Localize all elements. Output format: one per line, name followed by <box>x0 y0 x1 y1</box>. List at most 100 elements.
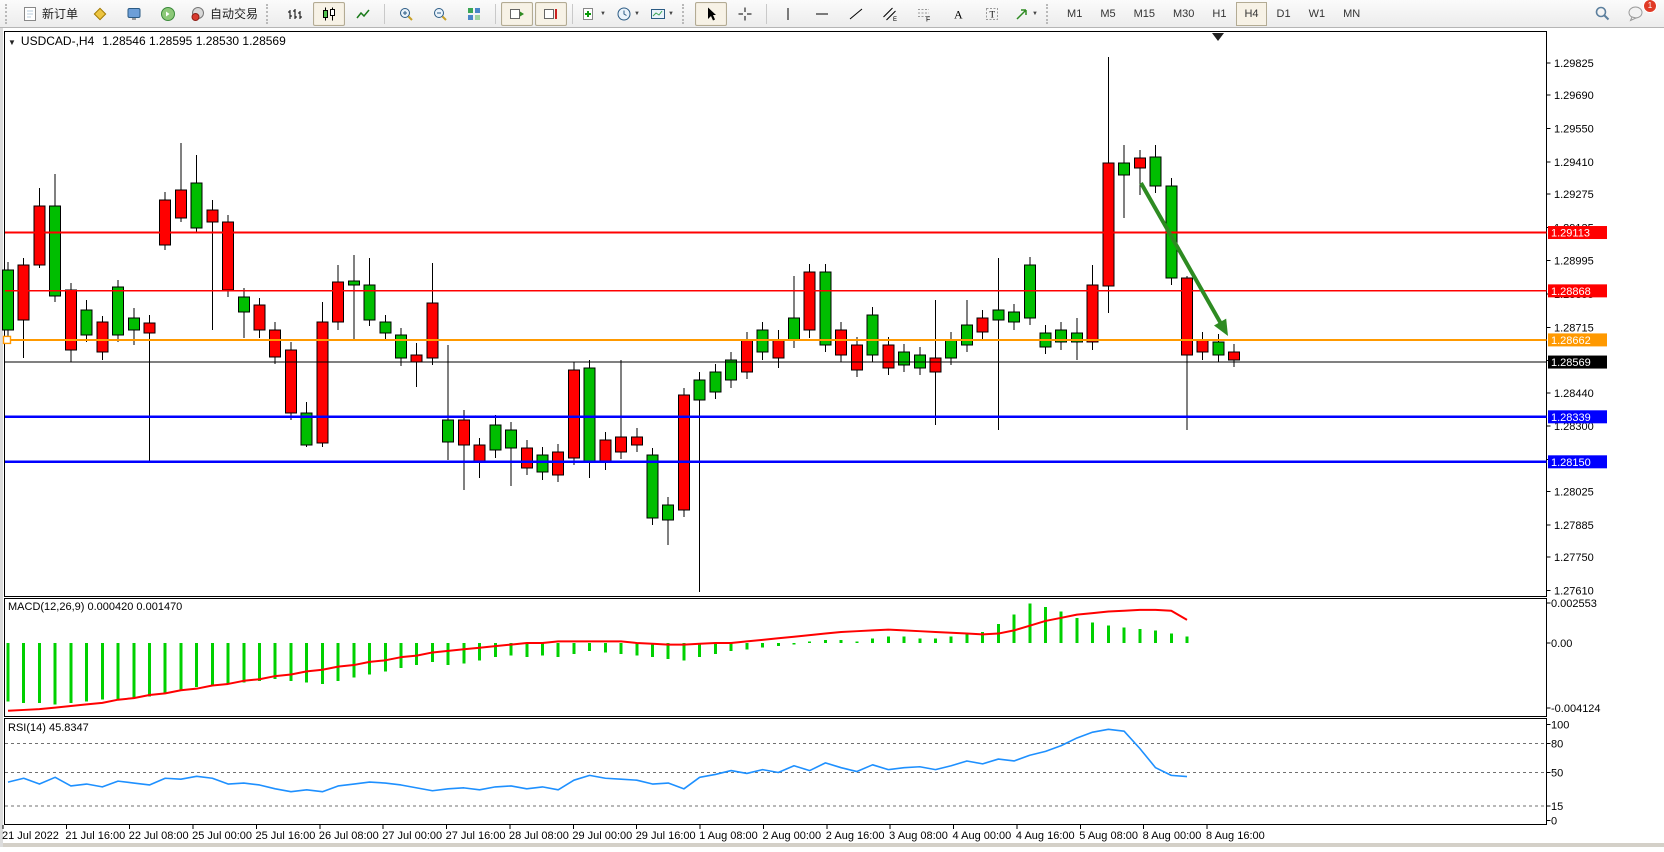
svg-text:1.28662: 1.28662 <box>1551 335 1591 347</box>
toolbar-separator <box>384 4 385 24</box>
svg-text:1.28025: 1.28025 <box>1554 487 1594 499</box>
indicators-button[interactable]: ▼ <box>578 2 610 26</box>
toolbar-drag-handle[interactable] <box>266 4 273 24</box>
svg-text:28 Jul 08:00: 28 Jul 08:00 <box>509 830 569 842</box>
notifications-button[interactable]: 1 <box>1620 2 1652 26</box>
toolbar-drag-handle[interactable] <box>1046 4 1053 24</box>
tab-timeframe-MN[interactable]: MN <box>1335 2 1368 26</box>
macd-values: 0.000420 0.001470 <box>87 601 182 613</box>
text-label-button[interactable]: T <box>976 2 1008 26</box>
svg-text:21 Jul 16:00: 21 Jul 16:00 <box>65 830 125 842</box>
new-order-icon <box>22 6 38 22</box>
line-selection-handle[interactable] <box>4 336 11 343</box>
toolbar-separator <box>572 4 573 24</box>
cursor-icon <box>703 6 719 22</box>
chart-canvas[interactable]: 1.298251.296901.295501.294101.292751.291… <box>0 0 1664 847</box>
toolbar-drag-handle[interactable] <box>5 4 12 24</box>
svg-text:4 Aug 00:00: 4 Aug 00:00 <box>953 830 1012 842</box>
fibonacci-button[interactable]: F <box>908 2 940 26</box>
toolbar-separator <box>766 4 767 24</box>
text-button[interactable]: A <box>942 2 974 26</box>
trendline-icon <box>848 6 864 22</box>
zoom-in-icon <box>398 6 414 22</box>
search-button[interactable] <box>1586 2 1618 26</box>
tab-timeframe-H1[interactable]: H1 <box>1204 2 1234 26</box>
macd-label: MACD(12,26,9) 0.000420 0.001470 <box>8 601 182 613</box>
horizontal-line-button[interactable] <box>806 2 838 26</box>
svg-text:1.29550: 1.29550 <box>1554 123 1594 135</box>
tab-timeframe-M30[interactable]: M30 <box>1165 2 1202 26</box>
rsi-value: 45.8347 <box>49 722 89 734</box>
svg-text:26 Jul 08:00: 26 Jul 08:00 <box>319 830 379 842</box>
tab-timeframe-M15[interactable]: M15 <box>1126 2 1163 26</box>
chart-area[interactable]: 1.298251.296901.295501.294101.292751.291… <box>0 0 1664 852</box>
line-chart-button[interactable] <box>347 2 379 26</box>
svg-text:22 Jul 08:00: 22 Jul 08:00 <box>129 830 189 842</box>
periods-button[interactable]: ▼ <box>612 2 644 26</box>
tab-timeframe-W1[interactable]: W1 <box>1301 2 1334 26</box>
zoom-out-icon <box>432 6 448 22</box>
text-a-icon: A <box>950 6 966 22</box>
sounds-button[interactable] <box>152 2 184 26</box>
svg-text:1.29825: 1.29825 <box>1554 58 1594 70</box>
svg-text:1.27750: 1.27750 <box>1554 552 1594 564</box>
svg-text:0: 0 <box>1551 816 1557 828</box>
bar-chart-button[interactable] <box>279 2 311 26</box>
symbol-label: USDCAD-,H4 <box>21 34 94 48</box>
chart-title: ▼ USDCAD-,H4 1.28546 1.28595 1.28530 1.285… <box>8 34 286 48</box>
svg-text:29 Jul 00:00: 29 Jul 00:00 <box>572 830 632 842</box>
arrows-button[interactable]: ▼ <box>1010 2 1042 26</box>
ohlc-values: 1.28546 1.28595 1.28530 1.28569 <box>102 34 286 48</box>
market-watch-button[interactable] <box>84 2 116 26</box>
bar-chart-icon <box>287 6 303 22</box>
svg-text:3 Aug 08:00: 3 Aug 08:00 <box>889 830 948 842</box>
vertical-line-icon <box>780 6 796 22</box>
svg-text:2 Aug 16:00: 2 Aug 16:00 <box>826 830 885 842</box>
svg-text:80: 80 <box>1551 739 1563 751</box>
main-toolbar: 新订单 自动交易 ▼ ▼ <box>0 0 1664 28</box>
crosshair-button[interactable] <box>729 2 761 26</box>
svg-text:4 Aug 16:00: 4 Aug 16:00 <box>1016 830 1075 842</box>
svg-text:1.27610: 1.27610 <box>1554 585 1594 597</box>
fibonacci-icon: F <box>916 6 932 22</box>
macd-name: MACD(12,26,9) <box>8 601 84 613</box>
chevron-down-icon: ▼ <box>634 11 640 17</box>
zoom-out-button[interactable] <box>424 2 456 26</box>
svg-text:0.002553: 0.002553 <box>1551 598 1597 610</box>
auto-trading-icon <box>190 6 206 22</box>
tab-timeframe-D1[interactable]: D1 <box>1269 2 1299 26</box>
svg-text:15: 15 <box>1551 801 1563 813</box>
equidistant-channel-button[interactable]: E <box>874 2 906 26</box>
svg-text:25 Jul 00:00: 25 Jul 00:00 <box>192 830 252 842</box>
cursor-button[interactable] <box>695 2 727 26</box>
svg-text:1.28995: 1.28995 <box>1554 256 1594 268</box>
svg-text:1.28440: 1.28440 <box>1554 388 1594 400</box>
trendline-button[interactable] <box>840 2 872 26</box>
tab-timeframe-H4[interactable]: H4 <box>1236 2 1266 26</box>
zoom-in-button[interactable] <box>390 2 422 26</box>
horizontal-line-icon <box>814 6 830 22</box>
auto-scroll-button[interactable] <box>501 2 533 26</box>
svg-text:1.28715: 1.28715 <box>1554 322 1594 334</box>
depth-of-market-button[interactable] <box>118 2 150 26</box>
auto-trading-button[interactable]: 自动交易 <box>186 2 262 26</box>
chart-shift-button[interactable] <box>535 2 567 26</box>
tile-windows-button[interactable] <box>458 2 490 26</box>
arrow-shape-icon <box>1014 6 1030 22</box>
vertical-line-button[interactable] <box>772 2 804 26</box>
toolbar-drag-handle[interactable] <box>682 4 689 24</box>
new-order-button[interactable]: 新订单 <box>18 2 82 26</box>
sound-icon <box>160 6 176 22</box>
svg-text:29 Jul 16:00: 29 Jul 16:00 <box>636 830 696 842</box>
auto-trading-label: 自动交易 <box>210 5 258 22</box>
gold-tag-icon <box>92 6 108 22</box>
svg-text:1 Aug 08:00: 1 Aug 08:00 <box>699 830 758 842</box>
templates-button[interactable]: ▼ <box>646 2 678 26</box>
notification-badge: 1 <box>1643 0 1657 13</box>
tab-timeframe-M5[interactable]: M5 <box>1092 2 1123 26</box>
tab-timeframe-M1[interactable]: M1 <box>1059 2 1090 26</box>
svg-text:1.29410: 1.29410 <box>1554 157 1594 169</box>
symbol-dropdown-icon[interactable]: ▼ <box>8 38 16 47</box>
candlestick-chart-button[interactable] <box>313 2 345 26</box>
search-icon <box>1594 5 1611 22</box>
